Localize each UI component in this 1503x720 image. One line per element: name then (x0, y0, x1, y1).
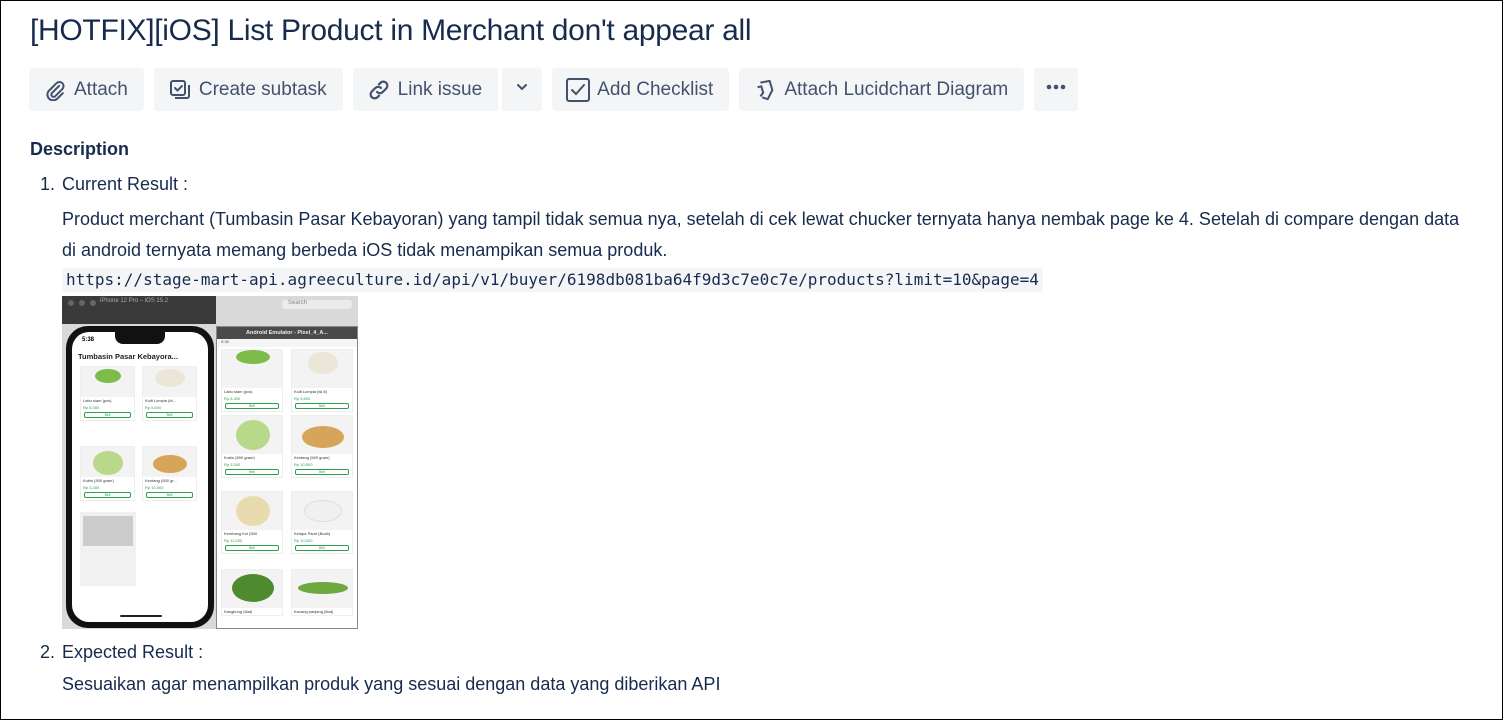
product-card: Kacang panjang (Ikat) (291, 569, 353, 616)
product-card: Kubis (500 gram) Rp 3,300 Beli (80, 446, 135, 501)
buy-button: Beli (295, 469, 349, 475)
product-price: Rp 5,600 (294, 396, 311, 401)
attach-lucidchart-button[interactable]: Attach Lucidchart Diagram (739, 68, 1025, 111)
product-card: Kelapa Parut (Buah) Rp 10,000 Beli (291, 491, 353, 554)
product-card: Kembang Kol (500 Rp 11,000 Beli (221, 491, 283, 554)
buy-button: Beli (225, 469, 279, 475)
window-controls (68, 300, 96, 306)
description-heading: Description (30, 139, 130, 159)
attach-label: Attach (74, 78, 128, 100)
product-name: Kacang panjang (Ikat) (294, 609, 334, 614)
product-name: Labu siam (pcs) (83, 398, 112, 403)
current-result-label: Current Result : (62, 174, 189, 194)
more-icon (1046, 77, 1066, 103)
product-name: Kembang Kol (500 (224, 531, 258, 536)
product-price: Rp 10,000 (294, 538, 313, 543)
buy-button: Beli (84, 412, 131, 418)
checklist-icon (565, 77, 591, 103)
issue-view: [HOTFIX][iOS] List Product in Merchant d… (0, 0, 1503, 720)
link-issue-label: Link issue (397, 78, 483, 100)
buy-button: Beli (225, 403, 279, 409)
link-issue-button[interactable]: Link issue (352, 68, 499, 111)
add-checklist-label: Add Checklist (597, 78, 714, 100)
product-price: Rp 8,300 (83, 405, 100, 410)
product-name: Kentang (500 gr... (145, 478, 177, 483)
search-field: Search (282, 300, 352, 309)
current-result-text: Product merchant (Tumbasin Pasar Kebayor… (62, 209, 1460, 260)
product-card: Kubis (500 gram) Rp 3,300 Beli (221, 415, 283, 478)
loading-placeholder (80, 512, 136, 586)
link-issue-dropdown-button[interactable] (500, 68, 543, 111)
create-subtask-label: Create subtask (198, 78, 327, 100)
emulator-title: Android Emulator - Pixel_4_A... (217, 327, 357, 339)
product-card: Labu siam (pcs) Rp 8,300 Beli (221, 349, 283, 412)
product-card: Kulit Lumpia (isi 8) Rp 5,600 Beli (291, 349, 353, 412)
add-checklist-button[interactable]: Add Checklist (552, 68, 730, 111)
product-name: Kentang (500 gram) (294, 455, 330, 460)
product-name: Kulit Lumpia (bi... (145, 398, 176, 403)
product-name: Kubis (500 gram) (83, 478, 114, 483)
emulator-status-bar: 5:38 (217, 339, 357, 347)
product-price: Rp 3,300 (224, 462, 241, 467)
list-item-number: 1. (40, 174, 56, 194)
home-indicator (120, 615, 162, 617)
product-price: Rp 11,000 (224, 538, 243, 543)
product-price: Rp 10,500 (145, 485, 164, 490)
paperclip-icon (42, 77, 68, 103)
expected-result-label: Expected Result : (62, 642, 204, 662)
product-name: Labu siam (pcs) (224, 389, 253, 394)
product-name: Kubis (500 gram) (224, 455, 255, 460)
buy-button: Beli (84, 492, 131, 498)
buy-button: Beli (225, 545, 279, 551)
product-price: Rp 5,600 (145, 405, 162, 410)
product-name: Kelapa Parut (Buah) (294, 531, 331, 536)
iphone-frame: 5:38 Tumbasin Pasar Kebayora... Labu sia… (66, 326, 214, 628)
issue-toolbar: Attach Create subtask Link issue Add Che… (29, 68, 1079, 111)
subtask-icon (167, 77, 193, 103)
product-price: Rp 3,300 (83, 485, 100, 490)
iphone-screen: 5:38 Tumbasin Pasar Kebayora... Labu sia… (72, 332, 208, 622)
product-price: Rp 10,500 (294, 462, 313, 467)
product-name: Kulit Lumpia (isi 8) (294, 389, 327, 394)
list-item-number: 2. (40, 642, 56, 662)
api-url-code: https://stage-mart-api.agreeculture.id/a… (62, 268, 1043, 292)
more-actions-button[interactable] (1034, 68, 1079, 111)
create-subtask-button[interactable]: Create subtask (153, 68, 343, 111)
issue-title[interactable]: [HOTFIX][iOS] List Product in Merchant d… (30, 14, 752, 48)
expected-result-text: Sesuaikan agar menampilkan produk yang s… (62, 674, 721, 694)
product-card: Kulit Lumpia (bi... Rp 5,600 Beli (142, 366, 197, 421)
product-card: Kangkung (Ikat) (221, 569, 283, 616)
iphone-time: 5:38 (82, 337, 95, 343)
simulator-label: iPhone 12 Pro – iOS 15.2 (100, 298, 169, 304)
attach-lucidchart-label: Attach Lucidchart Diagram (784, 78, 1009, 100)
attach-button[interactable]: Attach (29, 68, 144, 111)
buy-button: Beli (146, 412, 193, 418)
lucidchart-icon (752, 77, 778, 103)
link-icon (366, 77, 392, 103)
comparison-screenshot[interactable]: iPhone 12 Pro – iOS 15.2 Search 5:38 Tum… (62, 296, 358, 629)
product-name: Kangkung (Ikat) (224, 609, 253, 614)
buy-button: Beli (295, 545, 349, 551)
product-card: Kentang (500 gr... Rp 10,500 Beli (142, 446, 197, 501)
chevron-down-icon (514, 79, 530, 101)
simulator-title-bar: iPhone 12 Pro – iOS 15.2 (62, 296, 216, 324)
product-card: Kentang (500 gram) Rp 10,500 Beli (291, 415, 353, 478)
merchant-header: Tumbasin Pasar Kebayora... (78, 352, 178, 361)
link-issue-group: Link issue (352, 68, 543, 111)
product-price: Rp 8,300 (224, 396, 241, 401)
android-emulator: Android Emulator - Pixel_4_A... 5:38 Lab… (216, 326, 358, 629)
buy-button: Beli (146, 492, 193, 498)
iphone-notch (115, 332, 165, 344)
buy-button: Beli (295, 403, 349, 409)
product-card: Labu siam (pcs) Rp 8,300 Beli (80, 366, 135, 421)
